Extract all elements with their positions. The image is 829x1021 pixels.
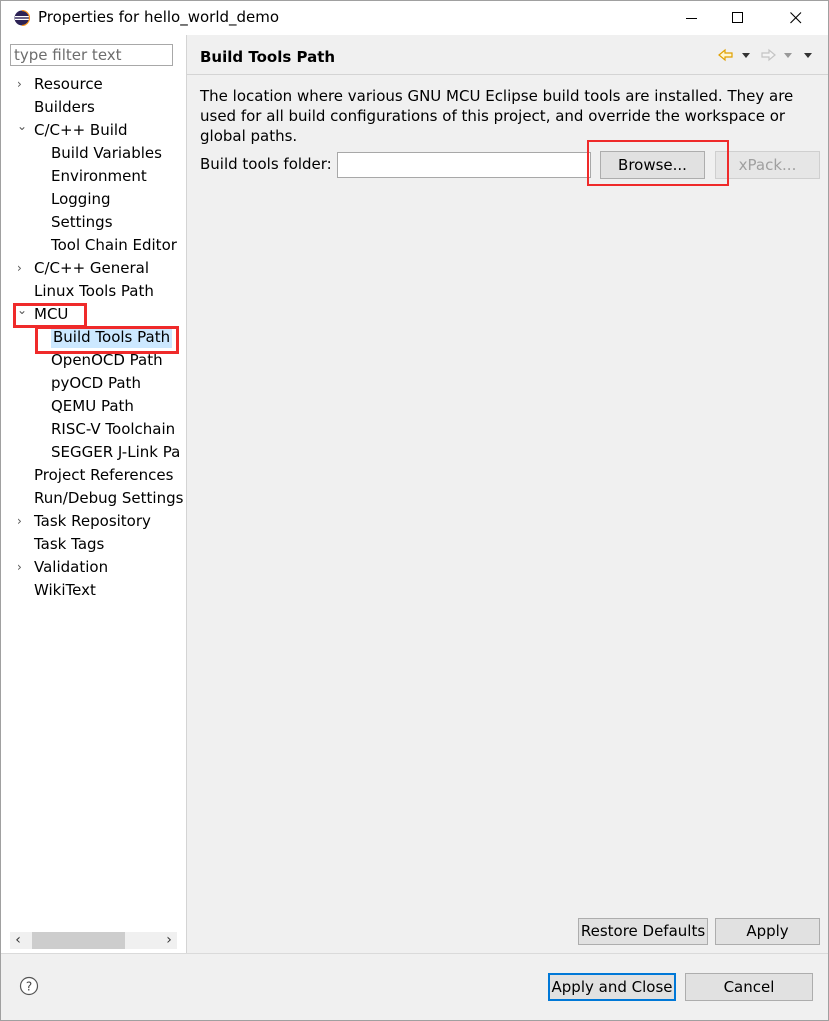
tree-item-build-variables[interactable]: Build Variables xyxy=(51,142,162,164)
tree-item-task-tags[interactable]: Task Tags xyxy=(34,533,104,555)
close-icon xyxy=(790,12,802,24)
tree-horizontal-scrollbar[interactable]: ‹ › xyxy=(10,932,177,949)
chevron-right-icon[interactable]: › xyxy=(17,556,27,578)
tree-item-task-repository[interactable]: Task Repository xyxy=(34,510,151,532)
scrollbar-thumb[interactable] xyxy=(32,932,125,949)
tree-item-segger-j-link-pa[interactable]: SEGGER J-Link Pa xyxy=(51,441,180,463)
cancel-button[interactable]: Cancel xyxy=(685,973,813,1001)
chevron-right-icon[interactable]: › xyxy=(17,510,27,532)
scroll-right-icon[interactable]: › xyxy=(161,932,177,949)
minimize-button[interactable] xyxy=(669,1,715,35)
restore-defaults-button[interactable]: Restore Defaults xyxy=(578,918,708,945)
forward-dropdown-icon[interactable] xyxy=(784,53,792,58)
tree-item-logging[interactable]: Logging xyxy=(51,188,111,210)
window-title: Properties for hello_world_demo xyxy=(38,8,280,26)
apply-button[interactable]: Apply xyxy=(715,918,820,945)
build-tools-folder-input[interactable] xyxy=(337,152,591,178)
tree-item-builders[interactable]: Builders xyxy=(34,96,95,118)
help-icon[interactable]: ? xyxy=(19,976,39,996)
tree-item-c-c-general[interactable]: C/C++ General xyxy=(34,257,149,279)
close-button[interactable] xyxy=(773,1,819,35)
tree-item-openocd-path[interactable]: OpenOCD Path xyxy=(51,349,163,371)
title-separator xyxy=(187,74,828,75)
tree-item-pyocd-path[interactable]: pyOCD Path xyxy=(51,372,141,394)
title-bar: Properties for hello_world_demo xyxy=(1,1,828,35)
properties-dialog: Properties for hello_world_demo › Resourc… xyxy=(0,0,829,1021)
tree-item-settings[interactable]: Settings xyxy=(51,211,113,233)
forward-arrow-icon[interactable] xyxy=(761,48,776,62)
chevron-down-icon[interactable]: ⌄ xyxy=(17,299,27,321)
eclipse-logo-icon xyxy=(14,10,30,26)
scroll-left-icon[interactable]: ‹ xyxy=(10,932,26,949)
tree-item-tool-chain-editor[interactable]: Tool Chain Editor xyxy=(51,234,177,256)
footer-separator xyxy=(1,953,828,954)
tree-item-validation[interactable]: Validation xyxy=(34,556,108,578)
filter-input[interactable] xyxy=(10,44,173,66)
svg-text:?: ? xyxy=(26,980,32,994)
page-title: Build Tools Path xyxy=(200,48,336,66)
maximize-button[interactable] xyxy=(715,1,761,35)
chevron-right-icon[interactable]: › xyxy=(17,73,27,95)
apply-and-close-button[interactable]: Apply and Close xyxy=(548,973,676,1001)
chevron-right-icon[interactable]: › xyxy=(17,257,27,279)
tree-item-risc-v-toolchain[interactable]: RISC-V Toolchain xyxy=(51,418,175,440)
tree-item-qemu-path[interactable]: QEMU Path xyxy=(51,395,134,417)
back-dropdown-icon[interactable] xyxy=(742,53,750,58)
property-tree-panel: › ResourceBuilders ⌄ C/C++ BuildBuild Varia… xyxy=(1,35,187,954)
tree-item-wikitext[interactable]: WikiText xyxy=(34,579,96,601)
tree-item-c-c-build[interactable]: C/C++ Build xyxy=(34,119,128,141)
view-menu-icon[interactable] xyxy=(804,53,812,58)
tree-item-run-debug-settings[interactable]: Run/Debug Settings xyxy=(34,487,183,509)
tree-item-linux-tools-path[interactable]: Linux Tools Path xyxy=(34,280,154,302)
tree-item-mcu[interactable]: MCU xyxy=(34,303,68,325)
maximize-icon xyxy=(732,12,743,23)
page-description: The location where various GNU MCU Eclip… xyxy=(200,87,794,145)
tree-item-environment[interactable]: Environment xyxy=(51,165,147,187)
page-navigation xyxy=(717,47,817,65)
tree-item-build-tools-path[interactable]: Build Tools Path xyxy=(51,326,173,348)
back-arrow-icon[interactable] xyxy=(718,48,733,62)
chevron-down-icon[interactable]: ⌄ xyxy=(17,115,27,137)
minimize-icon xyxy=(686,18,697,19)
xpack-button[interactable]: xPack... xyxy=(715,151,820,179)
tree-item-resource[interactable]: Resource xyxy=(34,73,103,95)
browse-button[interactable]: Browse... xyxy=(600,151,705,179)
build-tools-folder-label: Build tools folder: xyxy=(200,155,332,173)
tree-item-project-references[interactable]: Project References xyxy=(34,464,173,486)
